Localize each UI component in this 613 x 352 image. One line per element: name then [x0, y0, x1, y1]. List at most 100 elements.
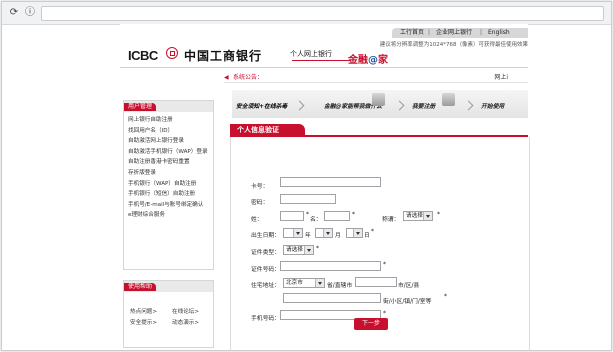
step-arrow-icon	[294, 100, 305, 111]
required-mark: *	[383, 261, 386, 268]
slogan: 金融@家	[348, 51, 388, 66]
browser-window: ⟳ ⓘ 工行首页 | 企业网上银行 | English 建议将分辨率调整为102…	[1, 1, 612, 351]
icbc-seal-icon	[166, 47, 178, 59]
sidebar-user-management: 用户管理 网上银行自助注册 找回用户名（ID） 自助激活网上银行登录 自助激活手…	[123, 100, 214, 270]
mobile-label: 手机号码：	[251, 316, 280, 322]
id-number-input[interactable]	[280, 261, 381, 271]
required-mark: *	[383, 310, 386, 317]
link-corporate-bank[interactable]: 企业网上银行	[436, 28, 472, 38]
street-input[interactable]	[283, 293, 381, 303]
link-english[interactable]: English	[488, 28, 510, 38]
sidebar-item[interactable]: 存折版登录	[128, 170, 210, 177]
required-mark: *	[306, 211, 309, 218]
city-input[interactable]	[355, 277, 397, 287]
card-label: 卡号：	[251, 184, 269, 190]
sidebar-item[interactable]: 自助注册香港卡密码重置	[128, 159, 210, 166]
chevron-down-icon	[423, 212, 432, 220]
notice-arrow-icon: ◀	[224, 74, 229, 81]
chevron-down-icon	[353, 229, 362, 237]
step-badge-icon	[372, 93, 385, 106]
sidebar-item[interactable]: 手机银行（短信）自助注册	[128, 191, 210, 198]
step-1: 安全须知+在线杀毒	[236, 104, 288, 110]
help-panel: 使用帮助 热点问题> 在线论坛> 安全提示> 动态演示>	[123, 280, 214, 348]
step-arrow-icon	[463, 100, 474, 111]
resolution-hint: 建议将分辨率调整为1024*768（像素）可获得最佳使用效果	[379, 42, 528, 48]
id-type-label: 证件类型：	[251, 250, 280, 256]
dob-day-select[interactable]	[346, 228, 363, 238]
slogan-part: 金融	[348, 55, 368, 66]
link-separator: |	[480, 29, 483, 36]
bank-page: 工行首页 | 企业网上银行 | English 建议将分辨率调整为1024*76…	[120, 24, 530, 350]
password-label: 密码：	[251, 200, 269, 206]
sidebar-title: 用户管理	[124, 103, 157, 111]
help-link-security[interactable]: 安全提示>	[130, 318, 157, 326]
sidebar-header: 用户管理	[124, 101, 213, 112]
surname-label: 姓：	[251, 217, 263, 223]
sidebar-item[interactable]: e理财综合服务	[128, 212, 210, 219]
help-title: 使用帮助	[124, 283, 157, 291]
chevron-down-icon	[293, 229, 302, 237]
address-label: 住宅地址：	[251, 283, 280, 289]
password-input[interactable]	[280, 194, 336, 204]
dob-year-select[interactable]	[283, 228, 303, 238]
step-arrow-icon	[394, 100, 405, 111]
icbc-logo-text: ICBC	[128, 48, 158, 63]
address-bar[interactable]	[41, 6, 604, 21]
required-mark: *	[371, 228, 374, 235]
surname-input[interactable]	[280, 211, 304, 221]
step-badge-icon	[442, 93, 455, 106]
info-icon[interactable]: ⓘ	[24, 7, 36, 19]
chevron-down-icon	[315, 279, 324, 287]
notice-right-text[interactable]: 网上i	[494, 73, 508, 82]
slogan-at: @	[368, 55, 378, 66]
sidebar-item[interactable]: 网上银行自助注册	[128, 117, 210, 124]
id-number-label: 证件号码：	[251, 267, 280, 273]
step-4: 开始使用	[481, 104, 505, 110]
title-select[interactable]: 请选择	[403, 211, 433, 221]
month-unit: 月	[335, 233, 341, 239]
city-unit: 市/区/县	[398, 283, 420, 289]
slogan-part: 家	[378, 55, 388, 66]
day-unit: 日	[364, 233, 370, 239]
dob-label: 出生日期：	[251, 233, 280, 239]
sidebar-item[interactable]: 手机号/E-mail与账号绑定确认	[128, 202, 210, 209]
link-icbc-home[interactable]: 工行首页	[400, 28, 424, 38]
top-links-bar: 工行首页 | 企业网上银行 | English	[392, 28, 528, 38]
province-select-value: 北京市	[286, 280, 303, 286]
title-select-value: 请选择	[406, 213, 423, 219]
chevron-down-icon	[304, 246, 313, 254]
dob-month-select[interactable]	[315, 228, 333, 238]
help-link-forum[interactable]: 在线论坛>	[172, 307, 199, 315]
help-header: 使用帮助	[124, 281, 213, 292]
required-mark: *	[444, 293, 447, 300]
sidebar-list: 网上银行自助注册 找回用户名（ID） 自助激活网上银行登录 自助激活手机银行（W…	[128, 117, 210, 223]
year-unit: 年	[305, 233, 311, 239]
help-link-demo[interactable]: 动态演示>	[172, 318, 199, 326]
refresh-icon[interactable]: ⟳	[8, 7, 20, 19]
chevron-down-icon	[323, 229, 332, 237]
help-link-faq[interactable]: 热点问题>	[130, 307, 157, 315]
id-type-select[interactable]: 请选择	[283, 245, 314, 255]
notice-label: 系统公告：	[233, 74, 264, 81]
sidebar-item[interactable]: 手机银行（WAP）自助注册	[128, 181, 210, 188]
notice-bar: ◀ 系统公告： 网上i	[224, 73, 528, 83]
street-unit: 街/小区/镇/门/室等	[383, 299, 432, 305]
step-3: 我要注册	[412, 104, 436, 110]
sidebar-item[interactable]: 找回用户名（ID）	[128, 128, 210, 135]
required-mark: *	[316, 245, 319, 252]
registration-steps: 安全须知+在线杀毒 金融@家能帮我做什么 我要注册 开始使用	[232, 90, 528, 118]
netbank-title: 个人网上银行	[290, 50, 332, 58]
card-number-input[interactable]	[280, 177, 381, 187]
link-separator: |	[428, 29, 431, 36]
id-type-select-value: 请选择	[286, 247, 303, 253]
header-accent-line	[292, 60, 350, 61]
next-button[interactable]: 下一步	[354, 318, 388, 330]
header-divider	[120, 67, 528, 68]
given-name-input[interactable]	[324, 211, 350, 221]
province-unit: 省/直辖市	[327, 283, 353, 289]
sidebar-item[interactable]: 自助激活网上银行登录	[128, 138, 210, 145]
required-mark: *	[437, 211, 440, 218]
sidebar-item[interactable]: 自助激活手机银行（WAP）登录	[128, 149, 210, 156]
bank-name: 中国工商银行	[184, 49, 263, 63]
province-select[interactable]: 北京市	[283, 278, 325, 288]
